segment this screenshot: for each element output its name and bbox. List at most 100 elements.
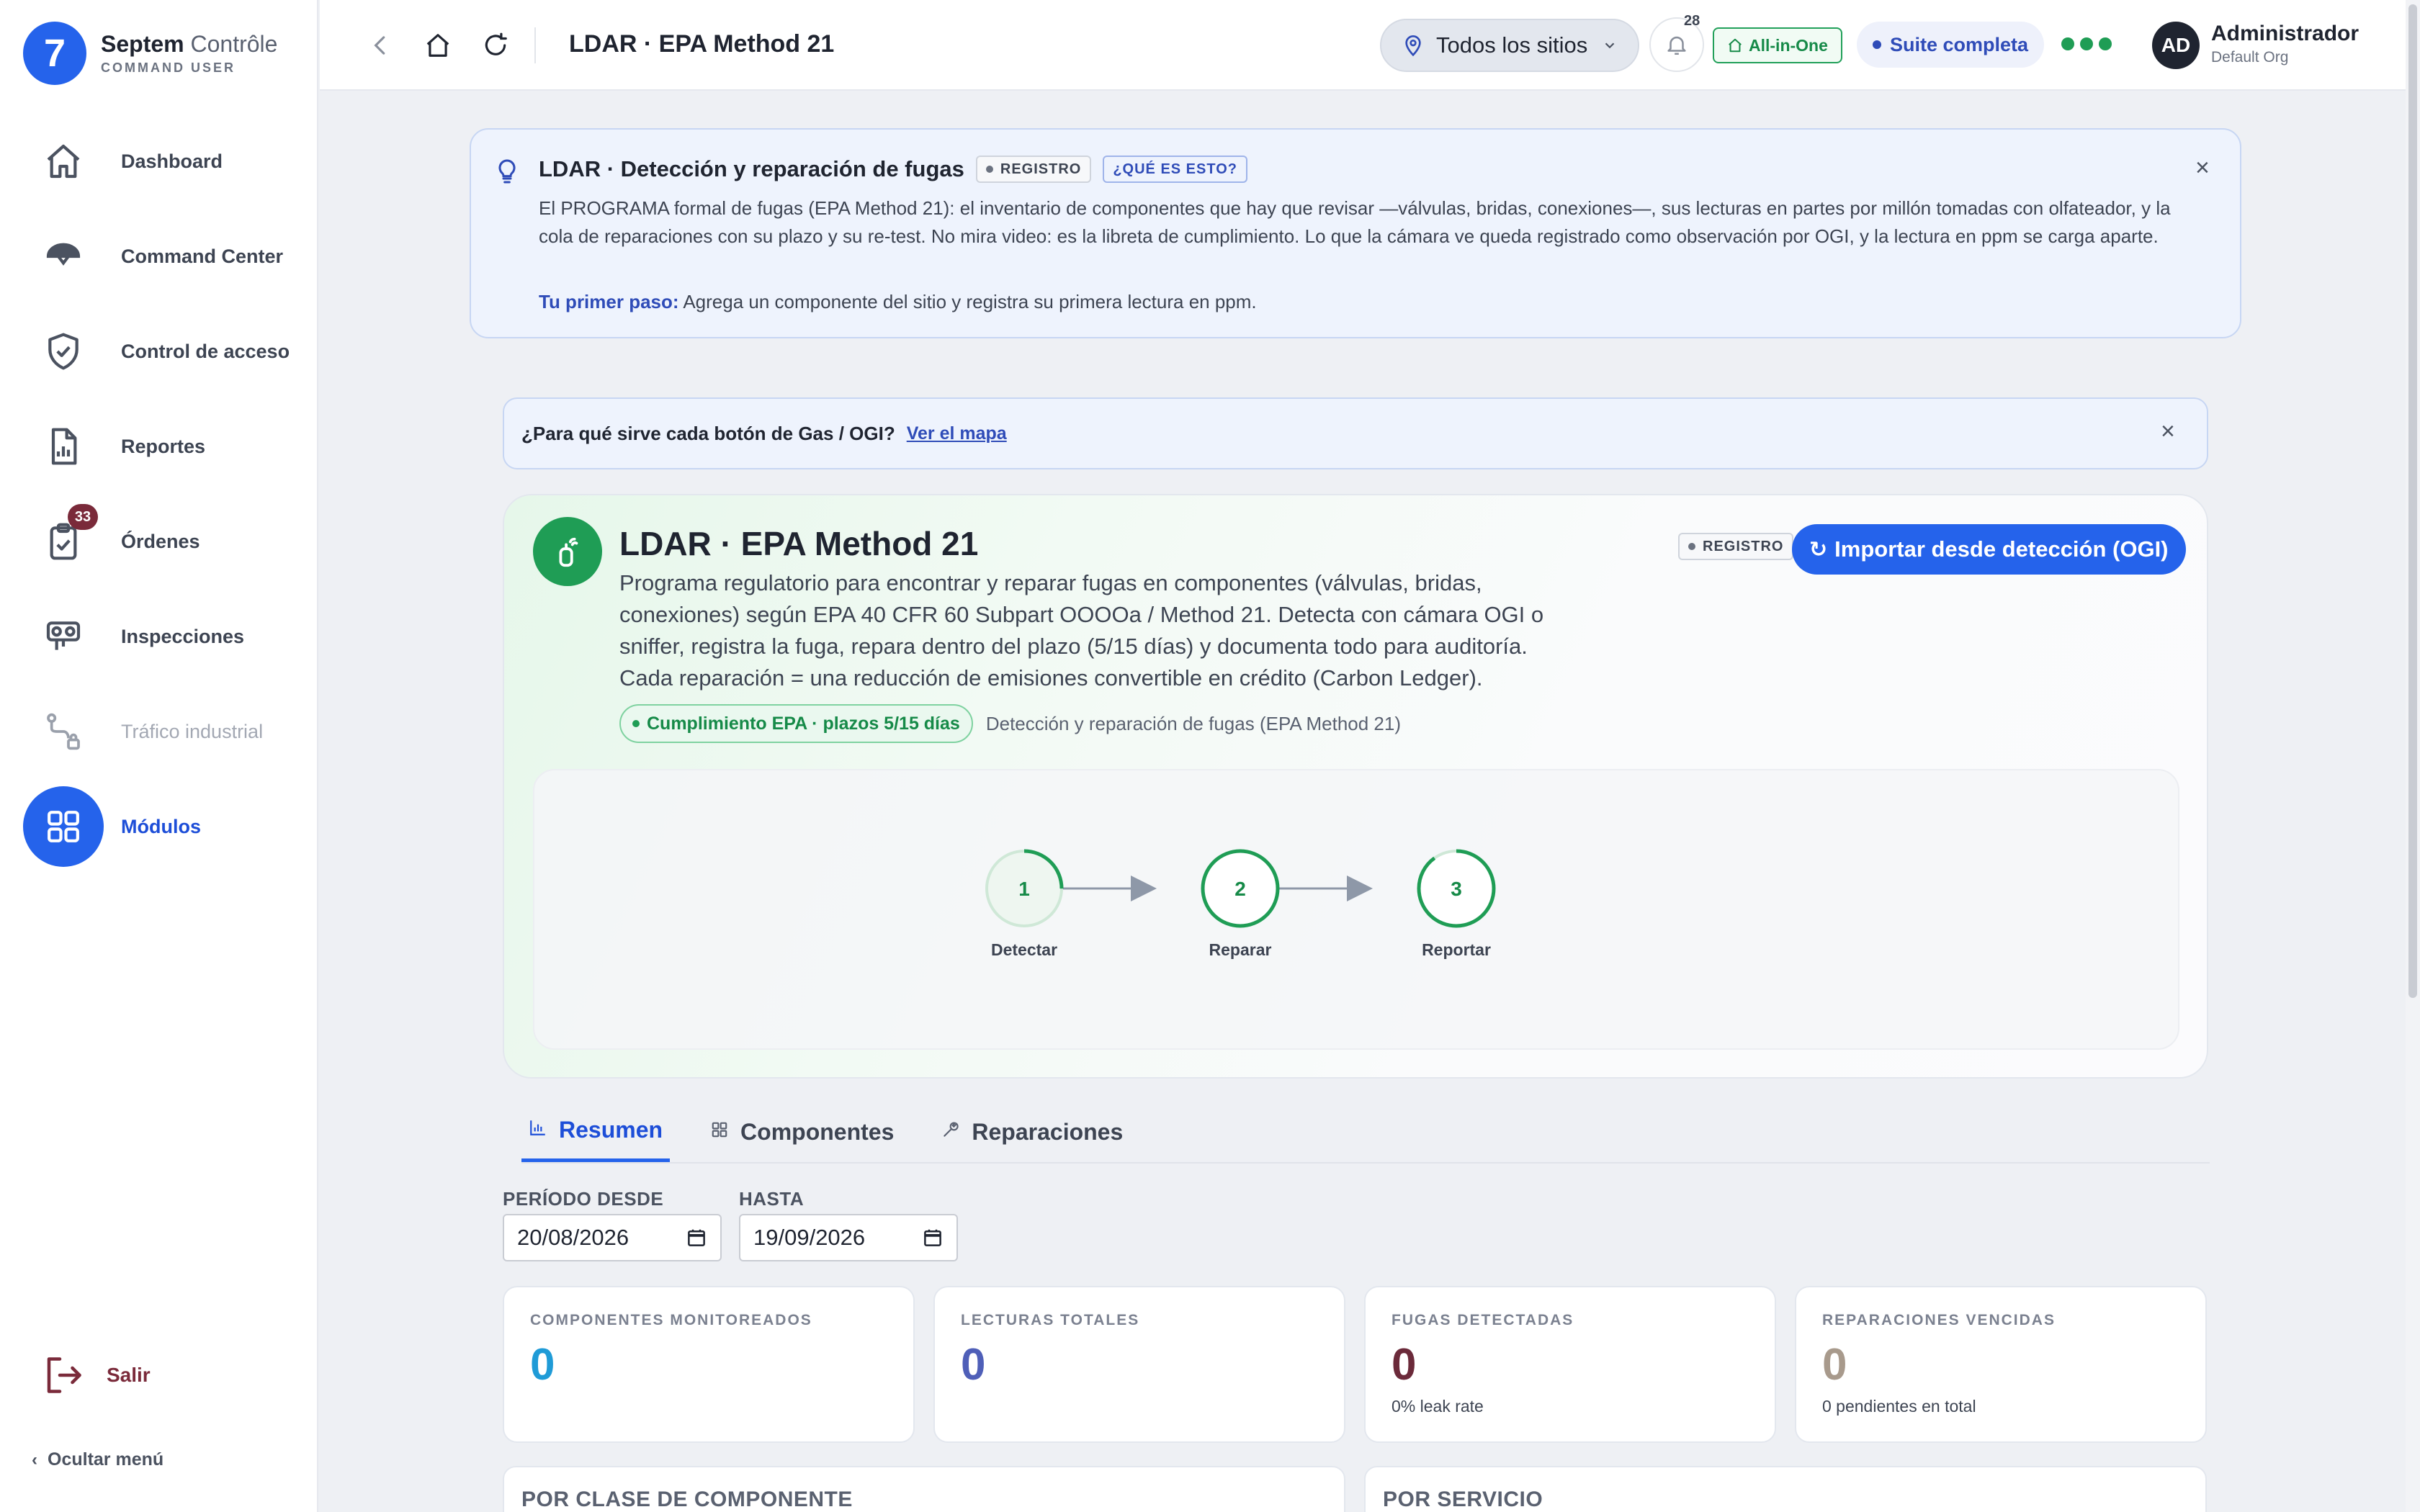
section-by-component-class: POR CLASE DE COMPONENTE [503, 1466, 1345, 1512]
tab-componentes[interactable]: Componentes [703, 1102, 901, 1162]
info-banner-body: El PROGRAMA formal de fugas (EPA Method … [539, 197, 2171, 247]
step-label-report: Reportar [1422, 940, 1491, 959]
section-title: POR SERVICIO [1383, 1488, 1543, 1511]
sidebar-item-label: Órdenes [121, 530, 200, 552]
orders-count-badge: 33 [68, 504, 98, 530]
sidebar-item-label: Inspecciones [121, 625, 245, 647]
lightbulb-icon [498, 159, 516, 184]
status-dot [2099, 37, 2112, 50]
scrollbar-thumb[interactable] [2408, 4, 2417, 998]
calendar-icon[interactable] [686, 1227, 707, 1248]
shield-icon [23, 311, 104, 392]
topbar: LDAR · EPA Method 21 Todos los sitios 28… [320, 0, 2406, 91]
suite-badge[interactable]: Suite completa [1857, 22, 2045, 68]
sidebar-item-command-center[interactable]: Command Center [23, 216, 304, 297]
sidebar-item-orders[interactable]: 33 Órdenes [23, 501, 304, 582]
import-ogi-button[interactable]: ↻ Importar desde detección (OGI) [1792, 524, 2186, 575]
stat-sub: 0% leak rate [1392, 1397, 1484, 1416]
divider [534, 27, 536, 63]
registro-tag-label: REGISTRO [1000, 161, 1082, 177]
step-node-repair[interactable]: 2 [1201, 849, 1280, 928]
period-from-value: 20/08/2026 [517, 1225, 629, 1250]
brand-name: Septem [101, 31, 184, 57]
logout-label: Salir [107, 1364, 151, 1386]
module-title: LDAR · EPA Method 21 [619, 525, 979, 562]
sidebar-item-industrial-traffic[interactable]: Tráfico industrial [23, 691, 304, 772]
registro-tag: REGISTRO [1678, 533, 1794, 560]
suite-label: Suite completa [1890, 33, 2029, 55]
sidebar-item-inspections[interactable]: Inspecciones [23, 596, 304, 677]
period-to-label: HASTA [739, 1188, 805, 1210]
stat-card-leaks: FUGAS DETECTADAS 0 0% leak rate [1364, 1286, 1776, 1443]
status-dot [2080, 37, 2093, 50]
map-banner: ¿Para qué sirve cada botón de Gas / OGI?… [503, 397, 2208, 469]
page-title: LDAR · EPA Method 21 [569, 30, 835, 58]
home-button[interactable] [416, 24, 460, 67]
tab-resumen[interactable]: Resumen [521, 1102, 671, 1162]
sidebar-item-reports[interactable]: Reportes [23, 406, 304, 487]
stat-value: 0 [1822, 1340, 1847, 1390]
refresh-icon: ↻ [1809, 537, 1828, 562]
refresh-icon [485, 32, 507, 55]
step-number: 1 [1018, 878, 1030, 900]
grid-icon [23, 786, 104, 867]
site-select[interactable]: Todos los sitios [1380, 19, 1639, 72]
chart-icon [529, 1118, 547, 1142]
period-from-input[interactable]: 20/08/2026 [503, 1214, 722, 1261]
stat-label: FUGAS DETECTADAS [1392, 1312, 1574, 1328]
workflow-steps: 1 2 3 Detectar Reparar Reportar [533, 769, 2179, 1050]
stat-card-readings: LECTURAS TOTALES 0 [933, 1286, 1345, 1443]
calendar-icon[interactable] [922, 1227, 944, 1248]
brand[interactable]: 7 Septem Contrôle COMMAND USER [23, 22, 277, 85]
view-map-link[interactable]: Ver el mapa [907, 423, 1007, 444]
first-step: Tu primer paso: Agrega un componente del… [539, 291, 1257, 313]
gas-sensor-icon [533, 517, 602, 586]
location-pin-icon [1405, 35, 1421, 57]
refresh-button[interactable] [474, 24, 517, 67]
sidebar-item-modules[interactable]: Módulos [23, 786, 304, 867]
hide-menu-label: Ocultar menú [48, 1449, 164, 1470]
what-is-this-button[interactable]: ¿QUÉ ES ESTO? [1103, 156, 1247, 183]
map-banner-question: ¿Para qué sirve cada botón de Gas / OGI? [521, 422, 895, 444]
info-banner-title: LDAR · Detección y reparación de fugas [539, 156, 964, 181]
step-node-report[interactable]: 3 [1417, 849, 1496, 928]
sidebar-item-label: Reportes [121, 435, 206, 457]
step-node-detect[interactable]: 1 [985, 849, 1064, 928]
user-name[interactable]: Administrador [2211, 22, 2359, 46]
inspection-icon [23, 596, 104, 677]
grid-icon [710, 1120, 729, 1144]
status-dot [2061, 37, 2074, 50]
avatar[interactable]: AD [2152, 22, 2200, 69]
section-title: POR CLASE DE COMPONENTE [521, 1488, 853, 1511]
home-icon [23, 121, 104, 202]
stat-value: 0 [530, 1340, 555, 1390]
step-label-detect: Detectar [990, 940, 1058, 959]
chevron-down-icon [1605, 42, 1615, 49]
registro-tag-label: REGISTRO [1703, 538, 1784, 554]
close-icon[interactable]: × [2161, 418, 2175, 446]
hide-menu-button[interactable]: ‹ Ocultar menú [32, 1449, 163, 1470]
logout-button[interactable]: Salir [42, 1354, 151, 1397]
workflow-diagram: 1 2 3 [985, 849, 1496, 928]
first-step-label: Tu primer paso: [539, 291, 679, 312]
back-button[interactable] [359, 24, 402, 67]
close-icon[interactable]: × [2195, 154, 2210, 182]
import-button-label: Importar desde detección (OGI) [1834, 536, 2169, 562]
status-dot [1873, 40, 1881, 49]
report-icon [23, 406, 104, 487]
sidebar-item-label: Dashboard [121, 150, 223, 172]
compliance-pill: Cumplimiento EPA · plazos 5/15 días [619, 704, 973, 743]
period-to-input[interactable]: 19/09/2026 [739, 1214, 958, 1261]
stat-value: 0 [1392, 1340, 1417, 1390]
module-description: Programa regulatorio para encontrar y re… [619, 570, 1544, 690]
wrench-icon [941, 1120, 960, 1144]
dome-icon [23, 216, 104, 297]
site-select-value: Todos los sitios [1436, 32, 1588, 58]
module-card: LDAR · EPA Method 21 Programa regulatori… [503, 494, 2208, 1079]
tab-label: Resumen [559, 1117, 663, 1143]
tab-label: Reparaciones [972, 1118, 1124, 1145]
sidebar-item-access-control[interactable]: Control de acceso [23, 311, 304, 392]
tab-reparaciones[interactable]: Reparaciones [934, 1102, 1130, 1162]
stat-card-overdue-repairs: REPARACIONES VENCIDAS 0 0 pendientes en … [1795, 1286, 2207, 1443]
sidebar-item-dashboard[interactable]: Dashboard [23, 121, 304, 202]
